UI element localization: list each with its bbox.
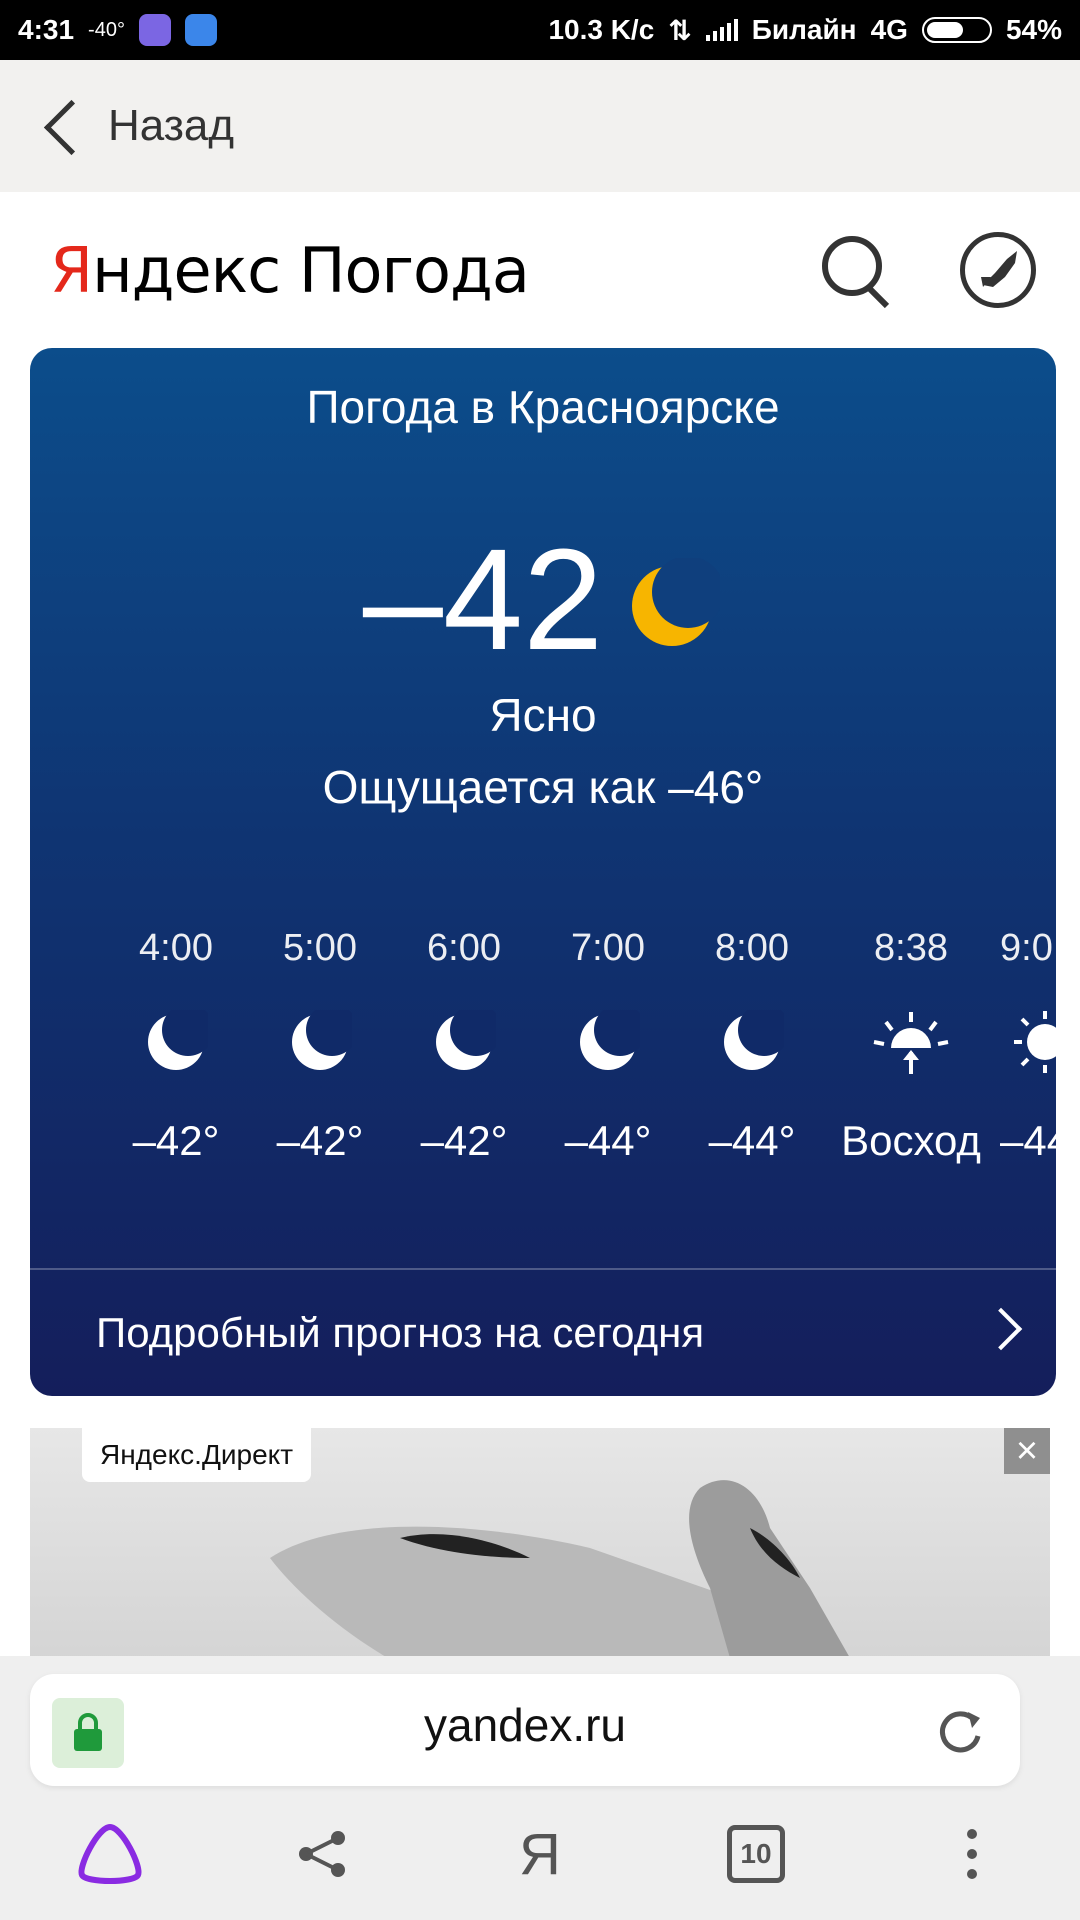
tabs-button[interactable]: 10 bbox=[706, 1812, 806, 1896]
hour-time: 6:00 bbox=[427, 927, 501, 969]
reload-icon[interactable] bbox=[932, 1702, 990, 1760]
status-network: 4G bbox=[870, 14, 908, 45]
chevron-right-icon bbox=[979, 1307, 1023, 1351]
logo-yandex-first-letter: Я bbox=[50, 233, 93, 307]
moon-icon bbox=[538, 978, 678, 1106]
hour-temperature: –44° bbox=[564, 1117, 652, 1164]
hour-temperature: –42° bbox=[276, 1117, 364, 1164]
alice-icon[interactable] bbox=[60, 1812, 160, 1896]
hourly-item: 7:00 –44° bbox=[538, 918, 678, 1176]
current-temperature: –42 bbox=[30, 528, 1056, 672]
back-chevron-icon[interactable] bbox=[40, 96, 80, 156]
sun-icon bbox=[1000, 978, 1056, 1106]
hour-time: 9:0 bbox=[1000, 927, 1053, 969]
more-menu-icon[interactable] bbox=[922, 1812, 1022, 1896]
browser-address-area: yandex.ru bbox=[0, 1656, 1080, 1792]
weather-card: Погода в Красноярске –42 Ясно Ощущается … bbox=[30, 348, 1056, 1396]
moon-icon bbox=[106, 978, 246, 1106]
back-bar[interactable]: Назад bbox=[0, 60, 1080, 192]
hour-temperature: –44 bbox=[1000, 1117, 1056, 1164]
moon-icon bbox=[250, 978, 390, 1106]
status-battery: 54% bbox=[1005, 14, 1062, 45]
moon-icon bbox=[632, 558, 720, 646]
url-text[interactable]: yandex.ru bbox=[30, 1698, 1020, 1752]
hourly-item-sunrise: 8:38 Восход bbox=[826, 918, 996, 1176]
yandex-home-button[interactable]: Я bbox=[490, 1812, 590, 1896]
moon-icon bbox=[682, 978, 822, 1106]
hour-time: 4:00 bbox=[139, 927, 213, 969]
logo-pogoda: Погода bbox=[298, 233, 530, 307]
hourly-forecast[interactable]: 4:00 –42° 5:00 –42° 6:00 –42° 7:00 –44° … bbox=[30, 918, 1056, 1218]
hour-time: 5:00 bbox=[283, 927, 357, 969]
share-icon[interactable] bbox=[272, 1812, 372, 1896]
hour-temperature: Восход bbox=[841, 1117, 981, 1164]
logo-yandex-rest: ндекс bbox=[92, 233, 281, 307]
cloud-icon bbox=[184, 14, 217, 46]
hour-time: 8:38 bbox=[874, 927, 948, 969]
detailed-forecast-link[interactable]: Подробный прогноз на сегодня bbox=[30, 1270, 1056, 1396]
status-carrier: Билайн bbox=[751, 14, 857, 45]
status-left: 4:31 -40° bbox=[18, 14, 217, 46]
moon-icon bbox=[394, 978, 534, 1106]
bottom-nav: Я 10 bbox=[0, 1792, 1080, 1920]
header-actions bbox=[818, 232, 1036, 308]
status-speed: 10.3 K/c bbox=[548, 14, 655, 45]
back-label[interactable]: Назад bbox=[108, 101, 234, 151]
sunrise-icon bbox=[826, 978, 996, 1106]
data-transfer-icon: ⇅ bbox=[668, 14, 692, 46]
hour-time: 7:00 bbox=[571, 927, 645, 969]
status-temperature: -40° bbox=[88, 18, 125, 41]
hour-temperature: –44° bbox=[708, 1117, 796, 1164]
weather-title: Погода в Красноярске bbox=[306, 381, 780, 433]
hour-temperature: –42° bbox=[420, 1117, 508, 1164]
detailed-forecast-label[interactable]: Подробный прогноз на сегодня bbox=[96, 1309, 704, 1357]
tabs-count[interactable]: 10 bbox=[727, 1825, 785, 1883]
weather-condition: Ясно bbox=[489, 689, 597, 741]
temperature-value: –42 bbox=[362, 519, 604, 680]
hourly-item: 8:00 –44° bbox=[682, 918, 822, 1176]
hour-temperature: –42° bbox=[132, 1117, 220, 1164]
feels-like: Ощущается как –46° bbox=[322, 761, 764, 813]
status-right: 10.3 K/c ⇅ Билайн 4G 54% bbox=[548, 14, 1062, 47]
ad-banner[interactable]: Яндекс.Директ × bbox=[30, 1428, 1050, 1688]
battery-icon bbox=[921, 17, 992, 43]
address-bar[interactable]: yandex.ru bbox=[30, 1674, 1020, 1786]
hourly-item: 9:0 –44 bbox=[1000, 918, 1056, 1176]
yandex-weather-logo[interactable]: Яндекс Погода bbox=[50, 233, 530, 307]
ad-label: Яндекс.Директ bbox=[82, 1428, 312, 1482]
close-icon[interactable]: × bbox=[1004, 1428, 1050, 1474]
signal-icon bbox=[705, 19, 738, 41]
status-time: 4:31 bbox=[18, 14, 75, 45]
hour-time: 8:00 bbox=[715, 927, 789, 969]
hourly-item: 4:00 –42° bbox=[106, 918, 246, 1176]
search-icon[interactable] bbox=[818, 232, 890, 304]
notification-app-icon bbox=[138, 14, 171, 46]
rocket-icon[interactable] bbox=[960, 232, 1036, 308]
hourly-item: 5:00 –42° bbox=[250, 918, 390, 1176]
status-bar: 4:31 -40° 10.3 K/c ⇅ Билайн 4G 54% bbox=[0, 0, 1080, 60]
hourly-item: 6:00 –42° bbox=[394, 918, 534, 1176]
site-header: Яндекс Погода bbox=[0, 192, 1080, 348]
